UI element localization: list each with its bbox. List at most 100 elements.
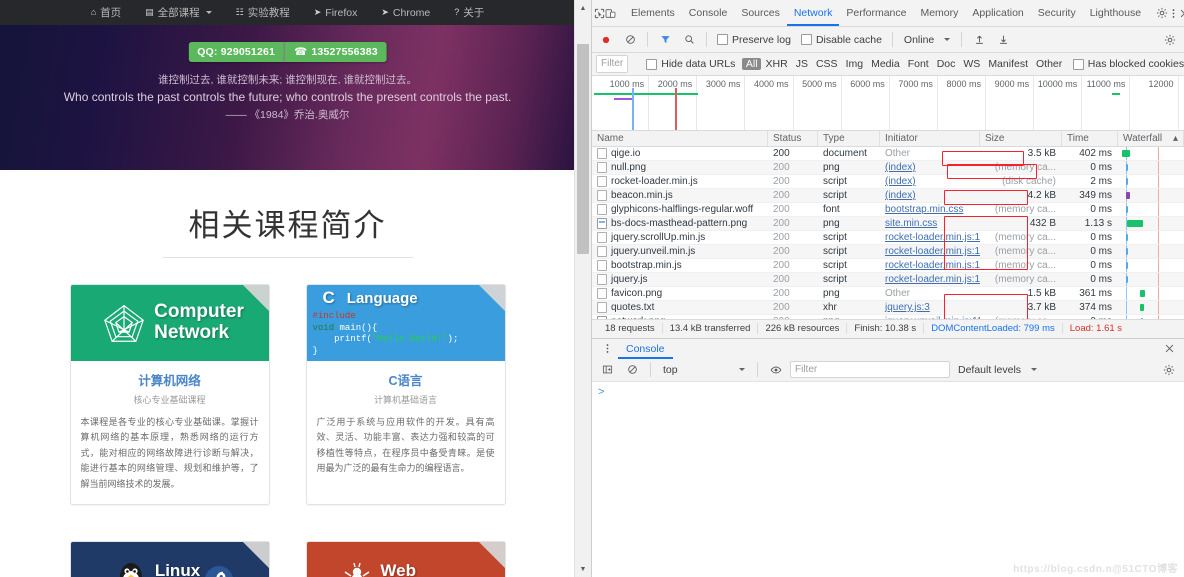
course-card-0[interactable]: Computer Network 计算机网络 核心专业基础课程 本课程是各专业的核心专业… [69,284,270,506]
device-toggle-icon[interactable] [605,2,616,24]
tab-console[interactable]: Console [618,339,673,359]
network-settings-gear-icon[interactable] [1159,29,1181,51]
column-header-status[interactable]: Status [768,131,818,146]
filter-type-js[interactable]: JS [792,58,811,70]
import-har-icon[interactable] [968,29,990,51]
nav-item-4[interactable]: ➤ Chrome [369,7,442,19]
cell-initiator[interactable]: rocket-loader.min.js:1 [880,245,980,258]
cell-initiator[interactable]: (index) [880,161,980,174]
scroll-down-arrow[interactable]: ▼ [575,561,591,577]
scroll-up-arrow[interactable]: ▲ [575,0,591,16]
table-row[interactable]: bs-docs-masthead-pattern.png 200 png site.m… [592,217,1184,231]
nav-item-1[interactable]: ▤ 全部课程 [133,5,224,20]
tab-security[interactable]: Security [1031,0,1083,26]
has-blocked-cookies-checkbox[interactable]: Has blocked cookies [1069,58,1184,70]
console-filter-input[interactable]: Filter [790,361,950,378]
tab-lighthouse[interactable]: Lighthouse [1083,0,1148,26]
table-row[interactable]: network.png 200pngjquery.unveil.min.js:11… [592,315,1184,319]
cell-initiator[interactable]: (index) [880,189,980,202]
filter-type-other[interactable]: Other [1033,58,1066,70]
cell-initiator[interactable]: jquery.unveil.min.js:11 [880,315,980,319]
filter-type-all[interactable]: All [742,58,762,70]
cell-initiator[interactable]: site.min.css [880,217,980,230]
tab-elements[interactable]: Elements [624,0,682,26]
filter-type-manifest[interactable]: Manifest [985,58,1032,70]
contact-badge[interactable]: QQ: 929051261 ☎ 13527556383 [188,42,387,62]
filter-type-font[interactable]: Font [904,58,932,70]
table-row[interactable]: beacon.min.js 200 script (index) 4.2 kB 349 m… [592,189,1184,203]
course-card-3[interactable]: WebTechnologyWeb Technology [305,541,506,577]
more-vertical-icon[interactable] [1168,2,1179,24]
cell-initiator[interactable]: rocket-loader.min.js:1 [880,259,980,272]
cell-initiator[interactable]: jquery.js:3 [880,301,980,314]
tab-application[interactable]: Application [965,0,1030,26]
table-row[interactable]: glyphicons-halflings-regular.woff 200 font… [592,203,1184,217]
console-eye-icon[interactable] [765,359,787,381]
close-icon[interactable] [1179,2,1184,24]
column-header-size[interactable]: Size [980,131,1062,146]
console-levels-select[interactable]: Default levels [953,364,1042,376]
page-scrollbar[interactable]: ▲ ▼ [574,0,591,577]
filter-type-css[interactable]: CSS [812,58,841,70]
network-filter-input[interactable]: Filter [596,55,629,73]
tab-sources[interactable]: Sources [734,0,787,26]
column-header-type[interactable]: Type [818,131,880,146]
hide-data-urls-checkbox[interactable]: Hide data URLs [642,58,739,70]
drawer-close-icon[interactable] [1158,338,1180,360]
table-row[interactable]: jquery.js 200 script rocket-loader.min.js:1… [592,273,1184,287]
tab-performance[interactable]: Performance [839,0,913,26]
cell-initiator[interactable]: bootstrap.min.css [880,203,980,216]
table-row[interactable]: jquery.unveil.min.js 200 script rocket-load… [592,245,1184,259]
throttling-select[interactable]: Online [899,34,955,46]
filter-icon[interactable] [654,29,676,51]
table-row[interactable]: qige.io 200 document Other 3.5 kB 402 ms [592,147,1184,161]
nav-item-0[interactable]: ⌂ 首页 [79,5,133,20]
export-har-icon[interactable] [992,29,1014,51]
filter-type-doc[interactable]: Doc [933,58,959,70]
column-header-waterfall[interactable]: Waterfall ▴ [1118,131,1184,146]
filter-type-xhr[interactable]: XHR [762,58,791,70]
table-row[interactable]: null.png 200 png (index) (memory ca... 0 ms [592,161,1184,175]
page-scrollbar-thumb[interactable] [577,44,589,254]
tab-console[interactable]: Console [682,0,735,26]
table-row[interactable]: rocket-loader.min.js 200 script (index) (dis… [592,175,1184,189]
console-settings-gear-icon[interactable] [1158,359,1180,381]
column-header-name[interactable]: Name [592,131,768,146]
drawer-more-icon[interactable] [596,338,618,360]
cell-initiator[interactable]: rocket-loader.min.js:1 [880,273,980,286]
tab-network[interactable]: Network [787,0,840,26]
search-icon[interactable] [678,29,700,51]
nav-item-2[interactable]: ☷ 实验教程 [224,5,302,20]
course-title[interactable]: 计算机网络 [81,370,259,389]
course-card-1[interactable]: C Language #include void main(){ printf("H… [305,284,506,506]
table-row[interactable]: bootstrap.min.js 200 script rocket-loader.m… [592,259,1184,273]
record-icon[interactable] [595,29,617,51]
preserve-log-checkbox[interactable]: Preserve log [713,34,795,46]
inspect-icon[interactable] [594,2,605,24]
devtools-panel: Elements Console Sources Network Performance… [591,0,1184,577]
course-title[interactable]: C语言 [317,370,495,389]
clear-icon[interactable] [619,29,641,51]
filter-type-ws[interactable]: WS [960,58,984,70]
filter-type-media[interactable]: Media [868,58,904,70]
console-context-select[interactable]: top [658,364,750,376]
column-header-initiator[interactable]: Initiator [880,131,980,146]
nav-item-5[interactable]: ? 关于 [442,5,496,20]
disable-cache-checkbox[interactable]: Disable cache [797,34,886,46]
nav-item-3[interactable]: ➤ Firefox [302,7,370,19]
course-card-2[interactable]: Linux初步Linux [69,541,270,577]
table-row[interactable]: quotes.txt 200 xhr jquery.js:3 3.7 kB 374 ms [592,301,1184,315]
console-clear-icon[interactable] [621,359,643,381]
cell-initiator[interactable]: rocket-loader.min.js:1 [880,231,980,244]
column-header-time[interactable]: Time [1062,131,1118,146]
table-row[interactable]: jquery.scrollUp.min.js 200 script rocket-lo… [592,231,1184,245]
tab-memory[interactable]: Memory [913,0,965,26]
nav-item-label: 首页 [100,7,122,19]
console-output[interactable]: > https://blog.csdn.n@51CTO博客 [592,381,1184,577]
filter-type-img[interactable]: Img [842,58,867,70]
table-row[interactable]: favicon.png 200 png Other 1.5 kB 361 ms [592,287,1184,301]
cell-initiator[interactable]: (index) [880,175,980,188]
gear-icon[interactable] [1156,2,1168,24]
network-overview-timeline[interactable]: 1000 ms 2000 ms 3000 ms 4000 ms 5000 ms 6000 … [592,76,1184,131]
console-sidebar-icon[interactable] [596,359,618,381]
